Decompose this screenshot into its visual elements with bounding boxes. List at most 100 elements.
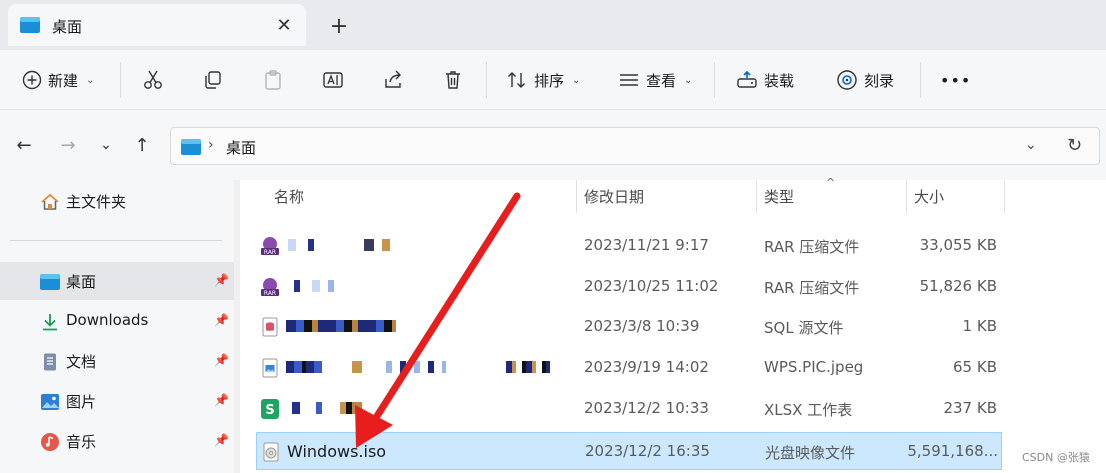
rename-icon [322, 69, 344, 91]
sidebar-item-pictures[interactable]: 图片 📌 [0, 382, 234, 420]
forward-icon[interactable]: → [56, 133, 80, 157]
file-row[interactable]: S 2023/12/2 10:33 XLSX 工作表 237 KB [256, 390, 1002, 428]
file-type: WPS.PIC.jpeg [764, 358, 864, 376]
file-date: 2023/12/2 16:35 [585, 442, 710, 460]
delete-button[interactable] [442, 64, 464, 96]
divider [920, 62, 921, 98]
file-size: 33,055 KB [919, 236, 997, 254]
rar-icon: RAR [259, 235, 281, 257]
file-size: 65 KB [953, 358, 997, 376]
new-button[interactable]: 新建 ⌄ [22, 64, 94, 96]
file-row-selected[interactable]: Windows.iso 2023/12/2 16:35 光盘映像文件 5,591… [256, 432, 1002, 470]
sidebar-item-label: Downloads [66, 311, 149, 329]
file-name: Windows.iso [287, 442, 387, 461]
desktop-folder-icon [40, 272, 60, 292]
chevron-down-icon: ⌄ [684, 74, 693, 86]
sidebar-item-label: 主文件夹 [66, 193, 127, 211]
sidebar-item-label: 音乐 [66, 433, 97, 451]
image-file-icon [259, 357, 281, 379]
sort-icon [506, 69, 528, 91]
sort-label: 排序 [534, 71, 565, 90]
clipboard-icon [262, 69, 284, 91]
sidebar-item-music[interactable]: 音乐 📌 [0, 422, 234, 460]
file-row[interactable]: 2023/9/19 14:02 WPS.PIC.jpeg 65 KB [256, 349, 1002, 387]
music-icon [40, 432, 60, 452]
file-type: SQL 源文件 [764, 319, 844, 337]
file-date: 2023/10/25 11:02 [584, 277, 719, 295]
refresh-icon[interactable]: ↻ [1067, 135, 1082, 156]
column-divider[interactable] [756, 180, 757, 213]
up-icon[interactable]: ↑ [130, 133, 154, 157]
pin-icon[interactable]: 📌 [214, 313, 229, 327]
file-type: RAR 压缩文件 [764, 279, 860, 297]
svg-text:S: S [265, 403, 274, 418]
file-row[interactable]: RAR 2023/11/21 9:17 RAR 压缩文件 33,055 KB [256, 227, 1002, 265]
copy-button[interactable] [202, 64, 224, 96]
trash-icon [442, 69, 464, 91]
close-tab-icon[interactable]: ✕ [272, 13, 296, 37]
list-view-icon [618, 69, 640, 91]
file-row[interactable]: RAR 2023/10/25 11:02 RAR 压缩文件 51,826 KB [256, 268, 1002, 306]
file-type: 光盘映像文件 [765, 444, 856, 462]
file-date: 2023/12/2 10:33 [584, 399, 709, 417]
pin-icon[interactable]: 📌 [214, 393, 229, 407]
sidebar-item-home[interactable]: 主文件夹 [0, 182, 234, 220]
file-size: 51,826 KB [919, 277, 997, 295]
chevron-right-icon[interactable]: › [208, 137, 214, 153]
disc-image-icon [260, 441, 282, 463]
file-size: 1 KB [962, 317, 997, 335]
chevron-down-icon: ⌄ [572, 74, 581, 86]
rename-button[interactable] [322, 64, 344, 96]
share-icon [382, 69, 404, 91]
address-bar[interactable]: › 桌面 ⌄ ↻ [170, 127, 1100, 165]
rar-icon: RAR [259, 276, 281, 298]
pin-icon[interactable]: 📌 [214, 353, 229, 367]
file-date: 2023/11/21 9:17 [584, 236, 709, 254]
file-size: 5,591,168... [907, 442, 998, 460]
desktop-folder-icon [20, 17, 40, 37]
back-icon[interactable]: ← [12, 133, 36, 157]
file-type: RAR 压缩文件 [764, 238, 860, 256]
column-header-date[interactable]: 修改日期 [584, 180, 754, 213]
column-divider[interactable] [1004, 180, 1005, 213]
file-date: 2023/9/19 14:02 [584, 358, 709, 376]
recent-dropdown-icon[interactable]: ⌄ [94, 133, 118, 157]
sidebar-item-label: 桌面 [66, 273, 97, 291]
share-button[interactable] [382, 64, 404, 96]
tab-desktop[interactable]: 桌面 ✕ [8, 4, 306, 46]
disc-burn-icon [836, 69, 858, 91]
burn-button[interactable]: 刻录 [836, 64, 894, 96]
pin-icon[interactable]: 📌 [214, 273, 229, 287]
sidebar-item-desktop[interactable]: 桌面 📌 [0, 262, 234, 300]
file-date: 2023/3/8 10:39 [584, 317, 700, 335]
tab-label: 桌面 [52, 18, 83, 36]
tab-strip: 桌面 ✕ + [0, 0, 1106, 50]
sidebar-divider [10, 240, 222, 241]
svg-text:RAR: RAR [264, 249, 276, 256]
sidebar-item-documents[interactable]: 文档 📌 [0, 342, 234, 380]
paste-button[interactable] [262, 64, 284, 96]
new-tab-button[interactable]: + [326, 13, 352, 39]
pin-icon[interactable]: 📌 [214, 433, 229, 447]
more-button[interactable]: ••• [940, 64, 971, 96]
view-label: 查看 [646, 71, 677, 90]
file-row[interactable]: 2023/3/8 10:39 SQL 源文件 1 KB [256, 308, 1002, 346]
sql-file-icon [259, 316, 281, 338]
file-list: 名称 修改日期 ^ 类型 大小 RAR 2023/11/21 9:17 RAR … [240, 176, 1106, 473]
column-divider[interactable] [906, 180, 907, 213]
sort-button[interactable]: 排序 ⌄ [506, 64, 580, 96]
sidebar-item-downloads[interactable]: Downloads 📌 [0, 302, 234, 340]
chevron-down-icon: ⌄ [86, 74, 95, 86]
xlsx-icon: S [259, 398, 281, 420]
divider [120, 62, 121, 98]
column-header-name[interactable]: 名称 [274, 180, 574, 213]
mount-button[interactable]: 装载 [736, 64, 794, 96]
cut-button[interactable] [142, 64, 164, 96]
breadcrumb-desktop[interactable]: 桌面 [226, 137, 256, 158]
view-button[interactable]: 查看 ⌄ [618, 64, 692, 96]
sidebar-item-label: 图片 [66, 393, 97, 411]
column-header-type[interactable]: 类型 [764, 180, 904, 213]
column-divider[interactable] [576, 180, 577, 213]
address-history-dropdown-icon[interactable]: ⌄ [1025, 137, 1037, 153]
column-header-size[interactable]: 大小 [914, 180, 994, 213]
